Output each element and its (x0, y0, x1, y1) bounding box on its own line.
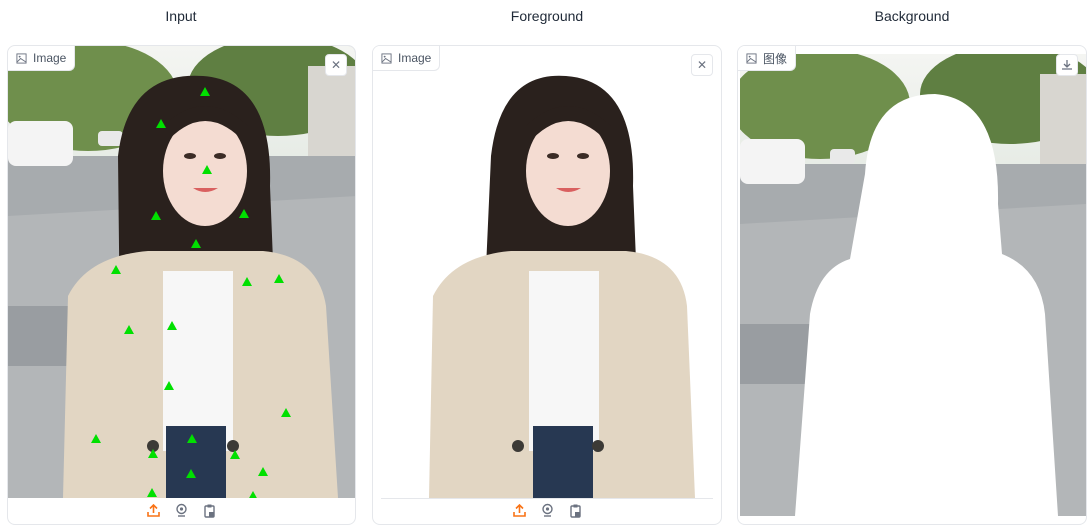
prompt-point (167, 321, 177, 330)
prompt-point (239, 209, 249, 218)
foreground-photo (381, 46, 713, 498)
clear-button[interactable]: ✕ (325, 54, 347, 76)
input-source-toolbar (8, 496, 355, 524)
image-icon (746, 52, 757, 64)
background-photo (740, 54, 1086, 516)
webcam-icon[interactable] (174, 502, 190, 518)
upload-icon[interactable] (511, 502, 527, 518)
close-icon: ✕ (696, 58, 708, 72)
download-button[interactable] (1056, 54, 1078, 76)
input-photo (8, 46, 355, 498)
background-label-text: 图像 (763, 51, 788, 66)
prompt-point (191, 239, 201, 248)
input-image-label: Image (8, 46, 76, 71)
close-icon: ✕ (330, 58, 342, 72)
input-title: Input (165, 8, 197, 24)
webcam-icon[interactable] (539, 502, 555, 518)
clipboard-icon[interactable] (567, 502, 583, 518)
prompt-point (187, 434, 197, 443)
prompt-point (156, 119, 166, 128)
prompt-point (274, 274, 284, 283)
clipboard-icon[interactable] (202, 502, 218, 518)
input-image[interactable] (8, 46, 355, 498)
prompt-point (186, 469, 196, 478)
foreground-image[interactable] (381, 46, 713, 499)
background-image (740, 54, 1086, 516)
prompt-point (200, 87, 210, 96)
input-label-text: Image (33, 51, 67, 65)
input-image-panel[interactable]: Image ✕ (7, 45, 356, 525)
prompt-point (148, 449, 158, 458)
background-title: Background (874, 8, 950, 24)
prompt-point (202, 165, 212, 174)
prompt-point (91, 434, 101, 443)
foreground-label-text: Image (398, 51, 432, 65)
prompt-point (111, 265, 121, 274)
background-image-label: 图像 (738, 46, 797, 71)
prompt-point (258, 467, 268, 476)
prompt-point (281, 408, 291, 417)
prompt-point (164, 381, 174, 390)
background-image-panel: 图像 (737, 45, 1087, 525)
foreground-image-label: Image (373, 46, 441, 71)
prompt-point (230, 450, 240, 459)
prompt-point (242, 277, 252, 286)
image-icon (16, 52, 27, 64)
upload-icon[interactable] (146, 502, 162, 518)
foreground-source-toolbar (373, 496, 721, 524)
foreground-image-panel[interactable]: Image ✕ (372, 45, 722, 525)
prompt-point (151, 211, 161, 220)
image-icon (381, 52, 392, 64)
foreground-title: Foreground (510, 8, 584, 24)
prompt-point (124, 325, 134, 334)
download-icon (1062, 60, 1072, 70)
clear-button[interactable]: ✕ (691, 54, 713, 76)
